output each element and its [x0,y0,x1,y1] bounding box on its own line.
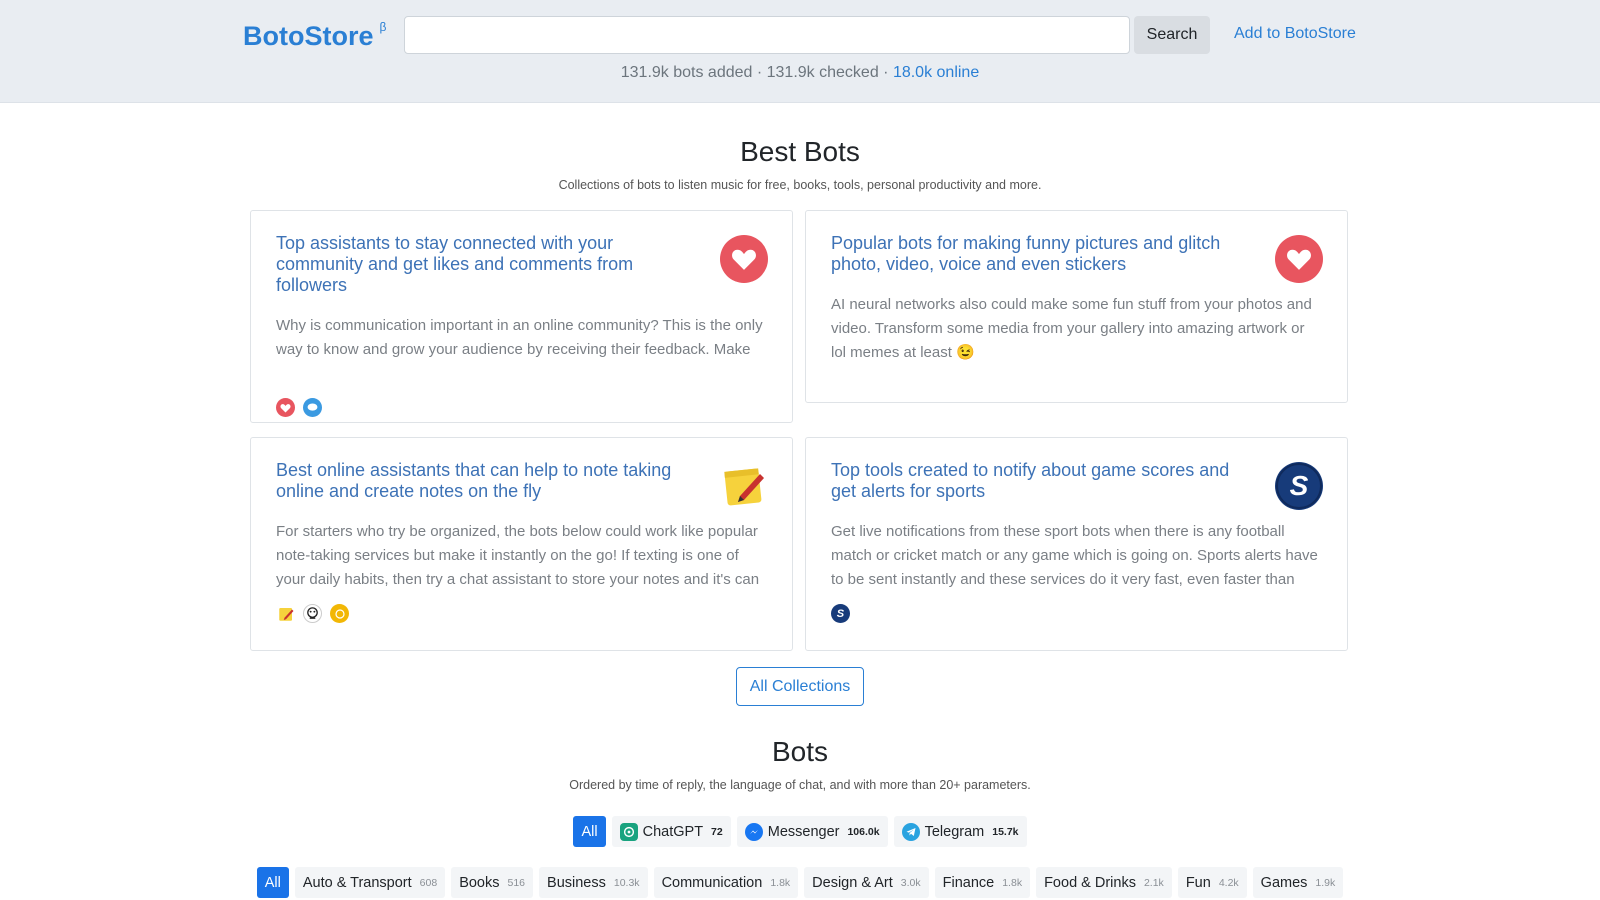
beta-mark: β [379,20,387,34]
pill-count: 608 [419,876,438,889]
category-auto-transport[interactable]: Auto & Transport 608 [294,867,446,898]
platform-chatgpt[interactable]: ChatGPT 72 [611,816,731,847]
category-fun[interactable]: Fun 4.2k [1177,867,1247,898]
messenger-icon [744,822,763,841]
pill-count: 1.8k [1002,876,1023,889]
collection-description: For starters who try be organized, the b… [276,523,760,588]
category-communication[interactable]: Communication 1.8k [653,867,799,898]
category-all[interactable]: All [256,867,289,898]
category-filter: All Auto & Transport 608 Books 516 Busines… [0,867,1600,898]
platform-telegram[interactable]: Telegram 15.7k [893,816,1027,847]
collection-title[interactable]: Best online assistants that can help to … [276,460,676,502]
collection-title[interactable]: Top assistants to stay connected with yo… [276,233,676,296]
svg-text:S: S [837,608,845,620]
pill-count: 4.2k [1218,876,1239,889]
search-input[interactable] [404,16,1130,54]
heart-icon[interactable] [276,398,295,417]
category-design-art[interactable]: Design & Art 3.0k [804,867,929,898]
collection-description: Get live notifications from these sport … [831,523,1318,588]
collection-card-sports[interactable]: Top tools created to notify about game s… [805,437,1348,651]
pill-label: Fun [1185,874,1211,891]
site-stats: 131.9k bots added · 131.9k checked · 18.… [0,64,1600,82]
sports-s-icon[interactable]: S [831,604,850,623]
telegram-icon [901,822,920,841]
pill-label: Food & Drinks [1044,874,1136,891]
pill-label: Auto & Transport [302,874,412,891]
pill-count: 15.7k [992,825,1019,838]
coin-icon[interactable] [330,604,349,623]
pill-label: ChatGPT [642,823,704,840]
category-business[interactable]: Business 10.3k [539,867,648,898]
pill-count: 72 [711,825,723,838]
heart-icon [720,235,768,283]
platform-all[interactable]: All [573,816,606,847]
pill-count: 1.9k [1315,876,1336,889]
collection-card-notes[interactable]: Best online assistants that can help to … [250,437,793,651]
best-bots-title: Best Bots [740,136,860,167]
platform-messenger[interactable]: Messenger 106.0k [736,816,888,847]
chatgpt-icon [619,822,638,841]
category-finance[interactable]: Finance 1.8k [934,867,1031,898]
pill-label: Design & Art [812,874,893,891]
logo-text: BotoStore [243,21,374,51]
pill-label: All [264,874,281,891]
bot-icons [276,604,768,623]
site-header: BotoStore β Search Add to BotoStore 131.9… [0,0,1600,103]
pill-label: Games [1260,874,1308,891]
notepad-icon[interactable] [276,604,295,623]
category-food-drinks[interactable]: Food & Drinks 2.1k [1036,867,1172,898]
sports-s-icon: S [1275,462,1323,510]
site-logo[interactable]: BotoStore β [243,20,386,52]
pill-count: 3.0k [900,876,921,889]
collections-grid: Top assistants to stay connected with yo… [250,210,1350,653]
all-collections-button[interactable]: All Collections [736,667,864,706]
bot-icons: S [831,604,1323,623]
search-button[interactable]: Search [1134,16,1210,54]
pill-count: 516 [507,876,526,889]
category-games[interactable]: Games 1.9k [1252,867,1344,898]
category-books[interactable]: Books 516 [451,867,534,898]
pill-label: All [581,823,598,840]
pill-count: 106.0k [847,825,880,838]
bot-icons [276,398,768,417]
collection-title[interactable]: Popular bots for making funny pictures a… [831,233,1231,275]
face-sketch-icon[interactable] [303,604,322,623]
pill-label: Telegram [924,823,985,840]
best-bots-subtitle: Collections of bots to listen music for … [558,178,1042,192]
platform-filter: All ChatGPT 72 Messenger 106.0k Telegram… [0,816,1600,847]
pill-count: 1.8k [770,876,791,889]
collection-description: AI neural networks also could make some … [831,296,1312,361]
pill-label: Messenger [767,823,840,840]
pill-label: Finance [942,874,995,891]
pill-label: Communication [661,874,763,891]
chat-bubble-icon[interactable] [303,398,322,417]
collection-description: Why is communication important in an onl… [276,317,763,358]
stats-text: 131.9k bots added · 131.9k checked · [620,64,893,81]
online-count-link[interactable]: 18.0k online [893,64,979,81]
collection-card-community[interactable]: Top assistants to stay connected with yo… [250,210,793,423]
add-to-botostore-link[interactable]: Add to BotoStore [1234,25,1356,43]
collection-title[interactable]: Top tools created to notify about game s… [831,460,1231,502]
notepad-icon [720,462,768,510]
bots-title: Bots [771,736,829,767]
pill-count: 2.1k [1143,876,1164,889]
svg-text:S: S [1290,470,1309,501]
heart-icon [1275,235,1323,283]
pill-label: Business [547,874,606,891]
pill-label: Books [459,874,500,891]
pill-count: 10.3k [613,876,640,889]
collection-card-funny-pictures[interactable]: Popular bots for making funny pictures a… [805,210,1348,403]
bots-subtitle: Ordered by time of reply, the language o… [569,778,1031,792]
